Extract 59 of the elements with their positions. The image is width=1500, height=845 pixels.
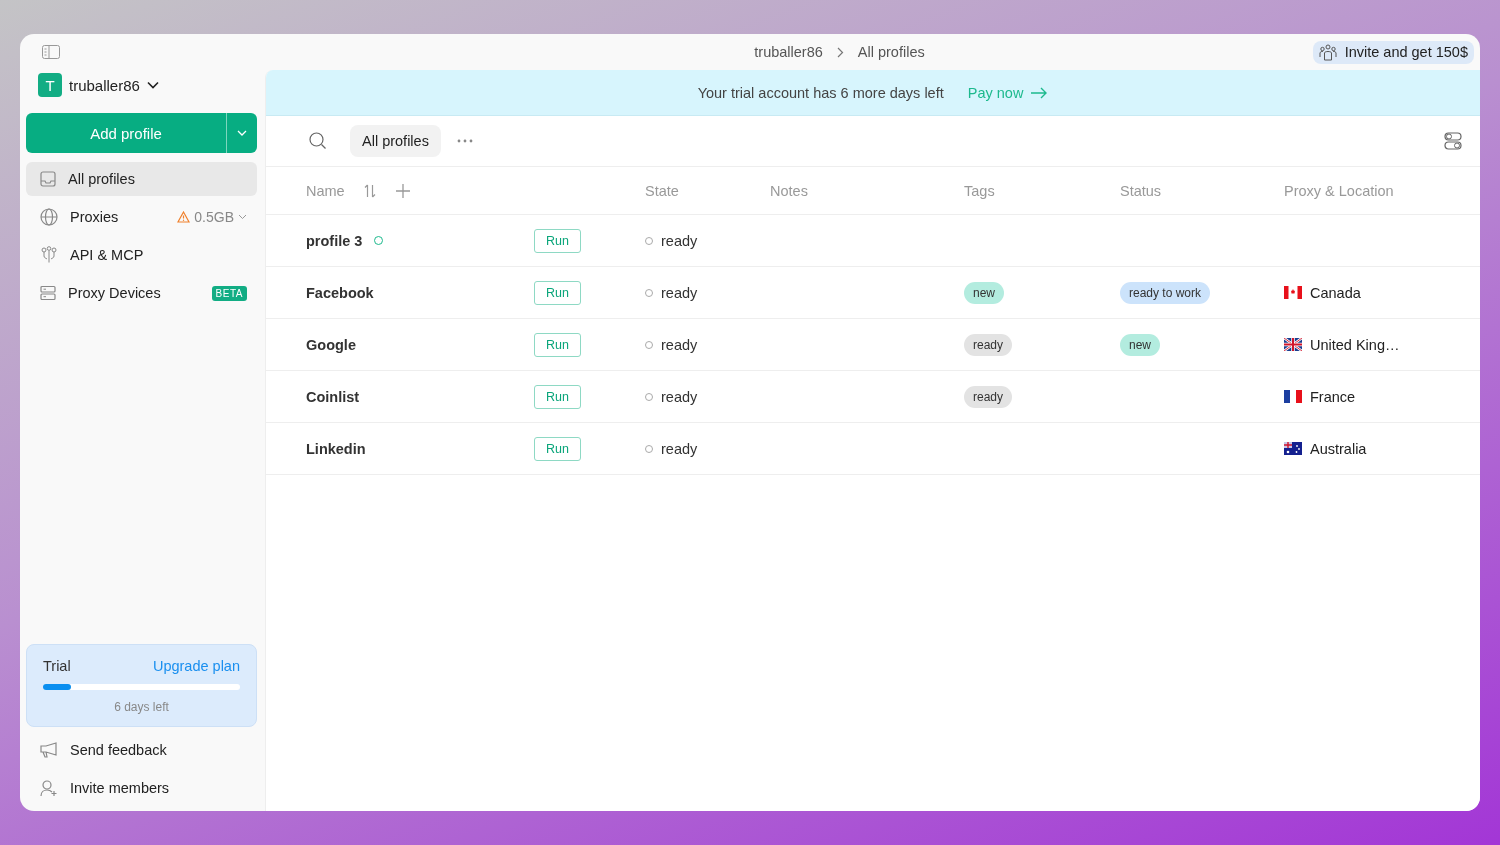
location-text: France (1310, 388, 1356, 405)
chevron-right-icon (836, 46, 844, 58)
account-avatar: T (38, 73, 62, 97)
api-icon (40, 246, 58, 264)
state-text: ready (661, 232, 698, 249)
flag-icon (1284, 442, 1302, 455)
days-left-text: 6 days left (113, 700, 170, 714)
toggle-settings-icon[interactable] (1444, 132, 1462, 150)
breadcrumb-item: All profiles (857, 44, 925, 60)
invite-button[interactable]: Invite and get 150$ (1312, 40, 1474, 64)
add-user-icon (40, 779, 58, 797)
sort-icon[interactable] (363, 183, 376, 198)
location-text: Canada (1310, 284, 1361, 301)
profile-name[interactable]: profile 3 (306, 232, 363, 249)
trial-title: Trial (43, 658, 71, 674)
tag: new (964, 281, 1004, 304)
sidebar-item[interactable]: API & MCP (26, 238, 257, 272)
filter-tab[interactable]: All profiles (350, 125, 441, 157)
sidebar-footer-item[interactable]: Send feedback (26, 735, 257, 765)
people-icon (1318, 43, 1337, 61)
arrow-right-icon (1031, 86, 1049, 99)
state-text: ready (661, 388, 698, 405)
location-text: United King… (1310, 336, 1400, 353)
tag: ready (964, 333, 1013, 356)
status-tag: ready to work (1120, 281, 1211, 304)
account-name[interactable]: truballer86 (69, 76, 140, 94)
warning-icon (177, 211, 191, 223)
flag-icon (1284, 338, 1302, 351)
search-icon[interactable] (309, 132, 327, 150)
sidebar-item[interactable]: All profiles (26, 162, 257, 196)
profile-name[interactable]: Linkedin (306, 440, 366, 457)
chevron-down-icon[interactable] (146, 81, 159, 89)
flag-icon (1284, 286, 1302, 299)
state-text: ready (661, 284, 698, 301)
beta-badge: BETA (211, 285, 247, 301)
profile-name[interactable]: Facebook (306, 284, 374, 301)
location-text: Australia (1310, 440, 1367, 457)
state-text: ready (661, 336, 698, 353)
profile-name[interactable]: Google (306, 336, 356, 353)
server-icon (40, 285, 56, 301)
sidebar-item[interactable]: Proxies 0.5GB (26, 200, 257, 234)
flag-icon (1284, 390, 1302, 403)
breadcrumb-item[interactable]: truballer86 (754, 44, 823, 60)
add-options-button[interactable] (226, 113, 257, 153)
banner-text: Your trial account has 6 more days left (697, 84, 944, 101)
sidebar-footer-item[interactable]: Invite members (26, 773, 257, 803)
add-column-icon[interactable] (395, 183, 410, 198)
usage-text: 0.5GB (194, 209, 234, 225)
tag: ready (964, 385, 1013, 408)
sidebar-toggle-icon[interactable] (42, 45, 60, 59)
sidebar-item[interactable]: Proxy Devices BETA (26, 276, 257, 310)
inbox-icon (40, 171, 56, 187)
more-icon[interactable] (456, 139, 473, 143)
megaphone-icon (40, 742, 58, 758)
status-tag: new (1120, 333, 1160, 356)
chevron-down-icon (237, 130, 247, 136)
globe-icon (40, 208, 58, 226)
state-text: ready (661, 440, 698, 457)
profile-name[interactable]: Coinlist (306, 388, 360, 405)
